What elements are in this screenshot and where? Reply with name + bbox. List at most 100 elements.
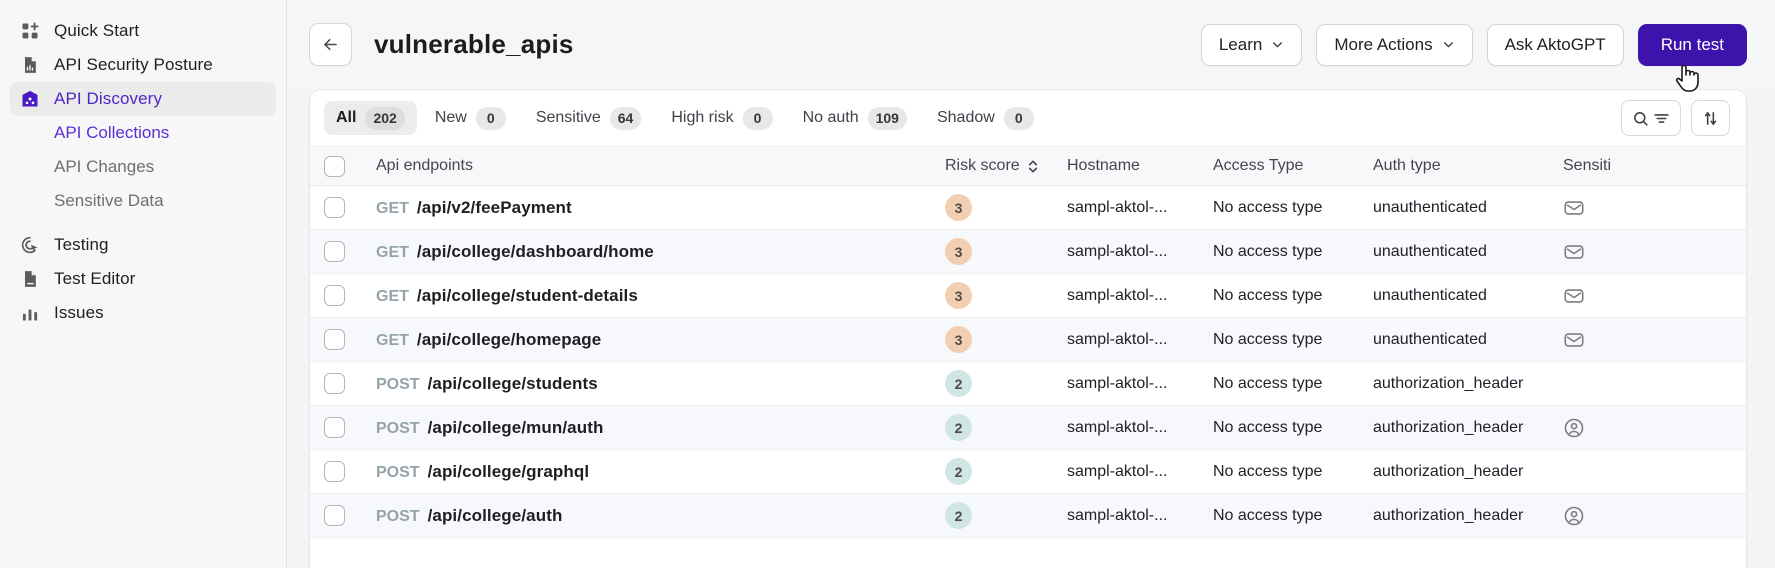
row-checkbox[interactable]	[324, 197, 345, 218]
column-header-endpoints: Api endpoints	[376, 157, 473, 174]
sidebar-item-test-editor[interactable]: Test Editor	[10, 262, 276, 296]
email-icon[interactable]	[1563, 197, 1585, 219]
endpoint-cell: GET/api/college/student-details	[345, 286, 945, 306]
button-label: Run test	[1660, 34, 1724, 54]
filter-tab-label: No auth	[802, 109, 859, 126]
sidebar-subitem-label: API Changes	[54, 157, 155, 176]
http-method: POST	[376, 375, 420, 393]
http-method: POST	[376, 507, 420, 525]
http-method: GET	[376, 287, 409, 305]
hostname-cell-text: sampl-aktol-...	[1067, 418, 1168, 436]
sidebar-item-issues[interactable]: Issues	[10, 296, 276, 330]
sort-button[interactable]	[1691, 100, 1730, 136]
access-type-cell-text: No access type	[1213, 286, 1323, 304]
access-type-cell-text: No access type	[1213, 462, 1323, 480]
access-type-cell: No access type	[1213, 287, 1373, 305]
table-row[interactable]: POST/api/college/auth 2 sampl-aktol-... No …	[310, 494, 1746, 538]
sidebar-item-label: API Security Posture	[54, 55, 213, 74]
table-row[interactable]: GET/api/college/dashboard/home 3 sampl-akt…	[310, 230, 1746, 274]
api-discovery-icon	[22, 90, 38, 107]
auth-type-cell-text: authorization_header	[1373, 462, 1524, 480]
filter-tab-no-auth[interactable]: No auth 109	[791, 101, 919, 135]
row-checkbox[interactable]	[324, 241, 345, 262]
table-row[interactable]: GET/api/college/student-details 3 sampl-ak…	[310, 274, 1746, 318]
chevron-down-icon	[1273, 42, 1283, 48]
sidebar-subitem-api-collections[interactable]: API Collections	[10, 116, 276, 150]
hostname-cell-text: sampl-aktol-...	[1067, 506, 1168, 524]
access-type-cell: No access type	[1213, 419, 1373, 437]
hostname-cell: sampl-aktol-...	[1067, 287, 1213, 305]
email-icon[interactable]	[1563, 329, 1585, 351]
select-all-checkbox[interactable]	[324, 155, 345, 177]
auth-type-cell: authorization_header	[1373, 419, 1553, 437]
table-row[interactable]: POST/api/college/students 2 sampl-aktol-..…	[310, 362, 1746, 406]
row-checkbox[interactable]	[324, 373, 345, 394]
hostname-cell: sampl-aktol-...	[1067, 199, 1213, 217]
table-body: GET/api/v2/feePayment 3 sampl-aktol-... No …	[310, 186, 1746, 568]
row-checkbox[interactable]	[324, 461, 345, 482]
sensitive-data-cell	[1553, 417, 1746, 439]
grid-plus-icon	[22, 22, 39, 39]
sidebar-subitem-sensitive-data[interactable]: Sensitive Data	[10, 184, 276, 218]
user-icon[interactable]	[1563, 505, 1585, 527]
auth-type-cell: unauthenticated	[1373, 331, 1553, 349]
filter-tab-all[interactable]: All 202	[324, 101, 417, 135]
hostname-cell: sampl-aktol-...	[1067, 243, 1213, 261]
sidebar-item-quick-start[interactable]: Quick Start	[10, 14, 276, 48]
risk-score-badge: 2	[945, 370, 972, 397]
table-row[interactable]: GET/api/v2/feePayment 3 sampl-aktol-... No …	[310, 186, 1746, 230]
filter-tab-count: 0	[1003, 106, 1034, 130]
filter-tab-high-risk[interactable]: High risk 0	[659, 101, 784, 135]
filter-tab-count: 0	[475, 106, 506, 130]
sidebar-subitem-label: API Collections	[54, 123, 170, 142]
filter-tab-sensitive[interactable]: Sensitive 64	[524, 101, 654, 135]
search-filter-button[interactable]	[1621, 100, 1681, 136]
hostname-cell-text: sampl-aktol-...	[1067, 374, 1168, 392]
row-checkbox[interactable]	[324, 417, 345, 438]
row-checkbox[interactable]	[324, 329, 345, 350]
sidebar-item-api-security-posture[interactable]: API Security Posture	[10, 48, 276, 82]
user-icon[interactable]	[1563, 417, 1585, 439]
sidebar-subitem-api-changes[interactable]: API Changes	[10, 150, 276, 184]
hostname-cell: sampl-aktol-...	[1067, 375, 1213, 393]
main-content: vulnerable_apis Learn More Actions Ask Akt…	[287, 0, 1775, 568]
filter-tab-count: 64	[609, 106, 642, 130]
endpoint-path: /api/college/students	[427, 373, 598, 393]
sidebar-item-api-discovery[interactable]: API Discovery	[10, 82, 276, 116]
access-type-cell: No access type	[1213, 375, 1373, 393]
risk-score-cell: 3	[945, 194, 1067, 221]
sidebar-item-label: Testing	[54, 235, 109, 254]
sort-chevrons-icon	[1028, 160, 1037, 172]
table-row[interactable]: POST/api/college/mun/auth 2 sampl-aktol-..…	[310, 406, 1746, 450]
hostname-cell: sampl-aktol-...	[1067, 507, 1213, 525]
filter-tab-shadow[interactable]: Shadow 0	[925, 101, 1046, 135]
learn-button[interactable]: Learn	[1200, 23, 1303, 66]
back-button[interactable]	[309, 23, 352, 66]
page-header: vulnerable_apis Learn More Actions Ask Akt…	[287, 0, 1775, 89]
run-test-button[interactable]: Run test	[1637, 23, 1747, 66]
ask-aktogpt-button[interactable]: Ask AktoGPT	[1486, 23, 1624, 66]
row-checkbox[interactable]	[324, 505, 345, 526]
hostname-cell-text: sampl-aktol-...	[1067, 462, 1168, 480]
endpoint-path: /api/college/homepage	[416, 329, 602, 349]
filter-tab-label: High risk	[671, 109, 734, 126]
endpoint-cell: POST/api/college/graphql	[345, 462, 945, 482]
search-icon	[1634, 111, 1648, 126]
http-method: GET	[376, 331, 409, 349]
column-header-risk-score[interactable]: Risk score	[945, 157, 1067, 175]
sidebar-item-testing[interactable]: Testing	[10, 228, 276, 262]
email-icon[interactable]	[1563, 241, 1585, 263]
more-actions-button[interactable]: More Actions	[1316, 23, 1473, 66]
filter-tab-new[interactable]: New 0	[423, 101, 518, 135]
table-row[interactable]: POST/api/college/graphql 2 sampl-aktol-...…	[310, 450, 1746, 494]
endpoint-path: /api/college/mun/auth	[427, 417, 604, 437]
table-row[interactable]: GET/api/college/homepage 3 sampl-aktol-...…	[310, 318, 1746, 362]
risk-score-cell: 2	[945, 502, 1067, 529]
endpoint-cell: POST/api/college/mun/auth	[345, 418, 945, 438]
auth-type-cell-text: unauthenticated	[1373, 198, 1487, 216]
document-icon	[25, 271, 36, 287]
hostname-cell-text: sampl-aktol-...	[1067, 198, 1168, 216]
row-checkbox[interactable]	[324, 285, 345, 306]
email-icon[interactable]	[1563, 285, 1585, 307]
filter-bar: All 202 New 0 Sensitive 64 High risk 0 No auth 10…	[310, 90, 1746, 146]
